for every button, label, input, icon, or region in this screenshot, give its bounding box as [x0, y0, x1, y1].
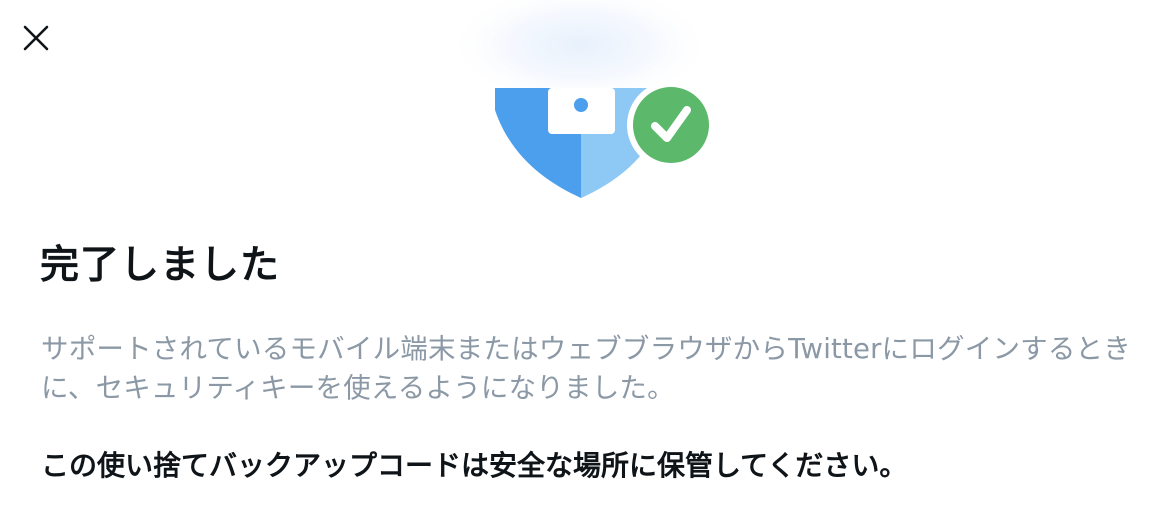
close-button[interactable] — [14, 16, 58, 60]
check-badge-icon — [627, 81, 715, 169]
instruction-text: この使い捨てバックアップコードは安全な場所に保管してください。 — [41, 449, 908, 482]
description-text: サポートされているモバイル端末またはウェブブラウザからTwitterにログインす… — [41, 333, 1131, 404]
security-key-illustration — [440, 0, 730, 206]
close-icon — [22, 24, 50, 52]
lock-key-icon — [548, 88, 615, 134]
page-title: 完了しました — [40, 243, 281, 288]
